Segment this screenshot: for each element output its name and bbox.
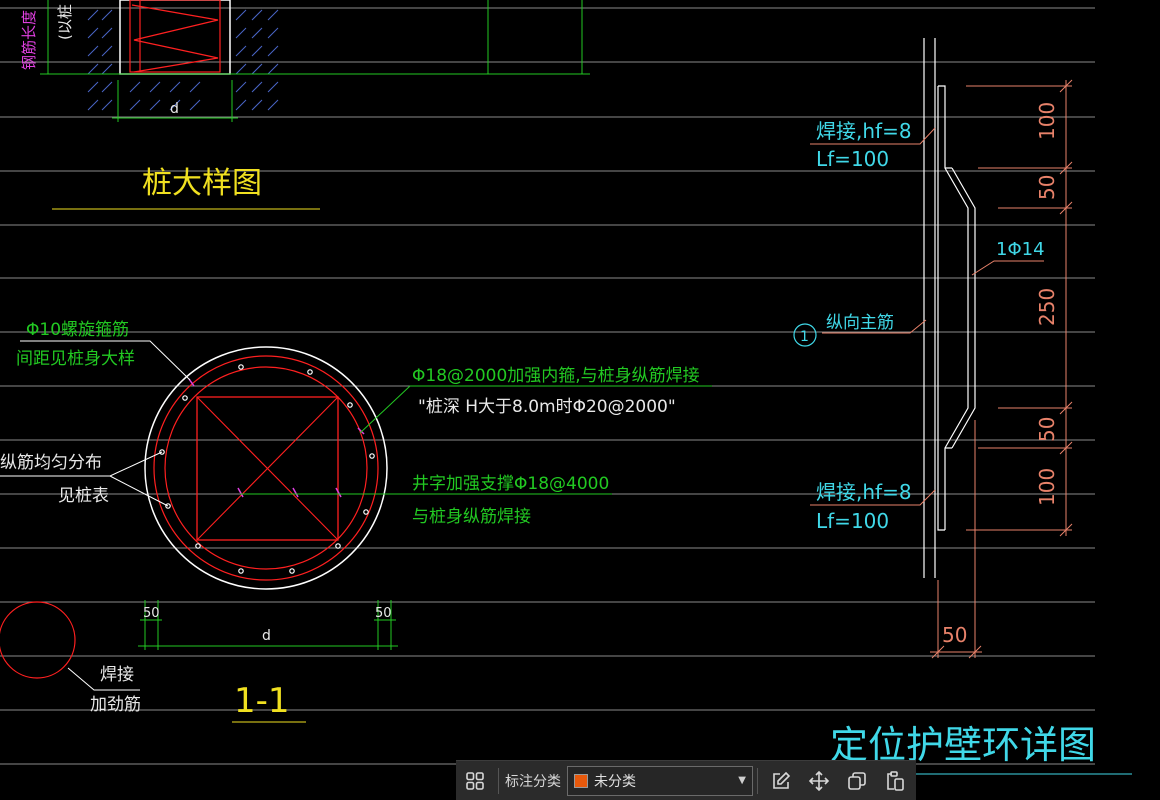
- dim-50-upper: 50: [1035, 175, 1059, 200]
- move-icon[interactable]: [800, 762, 838, 800]
- circle-marker-label: 1: [800, 329, 809, 345]
- cad-drawing-canvas[interactable]: 钢筋长度 (以桩 d 桩大样图 Φ10螺旋箍筋 间距见桩身大样 纵筋均匀分布 见…: [0, 0, 1160, 800]
- spiral-note-1: Φ10螺旋箍筋: [26, 320, 129, 340]
- cross-brace-note-2: 与桩身纵筋焊接: [412, 507, 531, 527]
- dim-100-top: 100: [1035, 102, 1059, 140]
- spiral-note-2: 间距见桩身大样: [16, 349, 135, 369]
- pile-detail-title: 桩大样图: [142, 166, 262, 201]
- weld-bottom-1: 焊接,hf=8: [816, 480, 912, 504]
- dim-50-right: 50: [375, 606, 392, 621]
- weld-note-2: 加劲筋: [90, 695, 141, 715]
- category-label: 标注分类: [505, 773, 561, 790]
- weld-note-1: 焊接: [100, 665, 134, 685]
- dim-50-bottom: 50: [942, 623, 967, 647]
- paste-icon[interactable]: [876, 762, 914, 800]
- dim-d-top: d: [170, 101, 179, 117]
- weld-top-2: Lf=100: [816, 147, 889, 171]
- section-title: 1-1: [234, 681, 290, 721]
- top-vertical-label-1: 钢筋长度: [20, 10, 38, 70]
- stiffener-note-2: "桩深 H大于8.0m时Φ20@2000": [418, 397, 676, 417]
- dim-100-bottom: 100: [1035, 468, 1059, 506]
- dim-250: 250: [1035, 288, 1059, 326]
- cross-brace-note-1: 井字加强支撑Φ18@4000: [412, 474, 609, 494]
- main-bar-label: 纵向主筋: [826, 313, 894, 333]
- dim-50-lower: 50: [1035, 417, 1059, 442]
- toolbar-separator: [757, 767, 758, 794]
- weld-stiffener-detail: 焊接 加劲筋: [0, 601, 141, 715]
- dim-50-left: 50: [143, 606, 160, 621]
- bar-label: 1Φ14: [996, 239, 1045, 260]
- category-color-swatch: [574, 773, 588, 788]
- long-bar-note-1: 纵筋均匀分布: [0, 453, 102, 473]
- long-bar-note-2: 见桩表: [58, 486, 109, 506]
- edit-icon[interactable]: [762, 762, 800, 800]
- ring-detail: 100 50 250 50 100 50 焊接,hf=8 Lf=100 焊接,h…: [793, 38, 1073, 659]
- weld-bottom-2: Lf=100: [816, 509, 889, 533]
- top-vertical-label-2: (以桩: [56, 4, 74, 40]
- grid-icon[interactable]: [456, 762, 494, 800]
- weld-top-1: 焊接,hf=8: [816, 119, 912, 143]
- category-select[interactable]: 未分类 ▼: [567, 765, 753, 796]
- copy-icon[interactable]: [838, 762, 876, 800]
- category-value: 未分类: [594, 773, 636, 790]
- stiffener-note-1: Φ18@2000加强内箍,与桩身纵筋焊接: [412, 366, 700, 386]
- pile-detail-fragment: 钢筋长度 (以桩 d: [20, 0, 590, 122]
- dim-d-bottom: d: [262, 628, 271, 644]
- toolbar-separator: [498, 767, 499, 794]
- section-1-1: Φ10螺旋箍筋 间距见桩身大样 纵筋均匀分布 见桩表 Φ18@2000加强内箍,…: [0, 320, 712, 650]
- annotation-toolbar: 标注分类 未分类 ▼: [456, 760, 916, 800]
- chevron-down-icon: ▼: [738, 775, 746, 786]
